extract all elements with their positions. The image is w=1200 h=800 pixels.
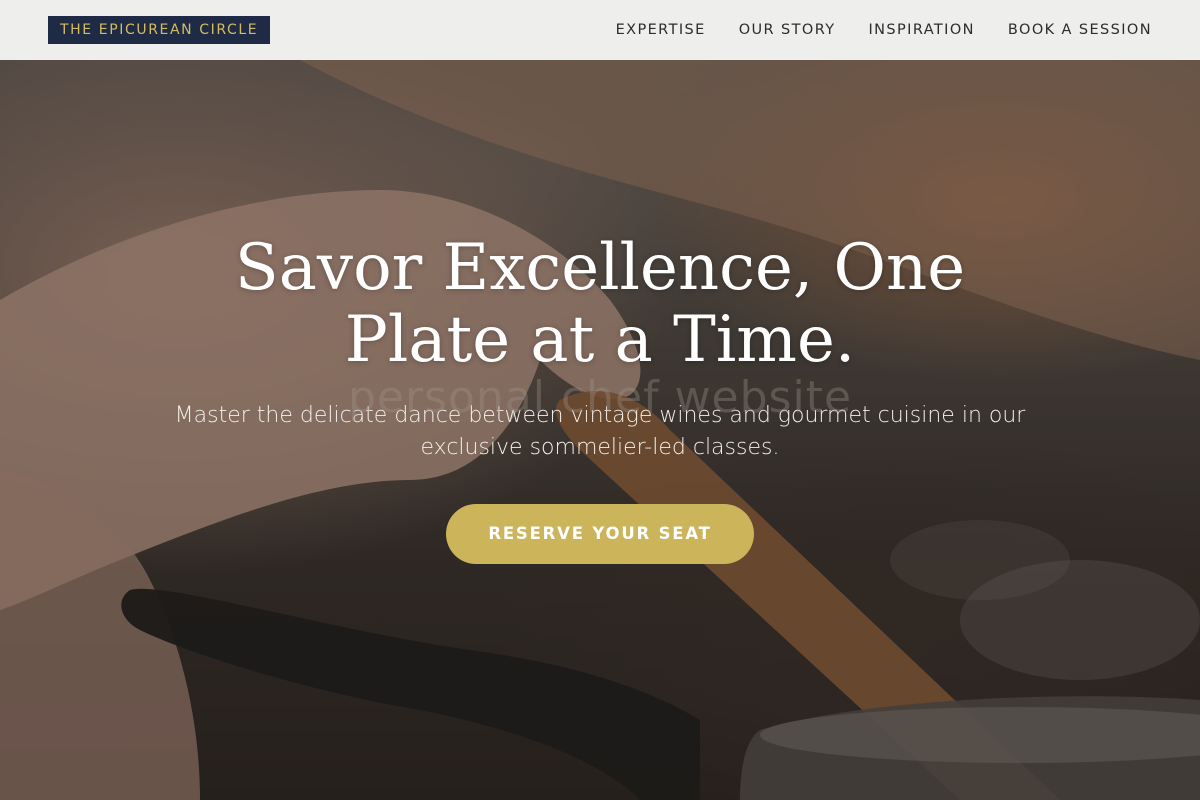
brand-logo[interactable]: THE EPICUREAN CIRCLE [48,16,271,44]
nav-link-inspiration[interactable]: INSPIRATION [869,22,975,38]
hero-content: personal chef website Savor Excellence, … [0,232,1200,564]
nav-link-expertise[interactable]: EXPERTISE [616,22,706,38]
main-nav: EXPERTISE OUR STORY INSPIRATION BOOK A S… [616,22,1152,38]
nav-link-book-a-session[interactable]: BOOK A SESSION [1008,22,1152,38]
watermark-text: personal chef website [347,372,853,423]
reserve-seat-button[interactable]: RESERVE YOUR SEAT [446,504,754,564]
nav-link-our-story[interactable]: OUR STORY [739,22,836,38]
site-header: THE EPICUREAN CIRCLE EXPERTISE OUR STORY… [0,0,1200,60]
hero-title: Savor Excellence, One Plate at a Time. [234,231,966,377]
